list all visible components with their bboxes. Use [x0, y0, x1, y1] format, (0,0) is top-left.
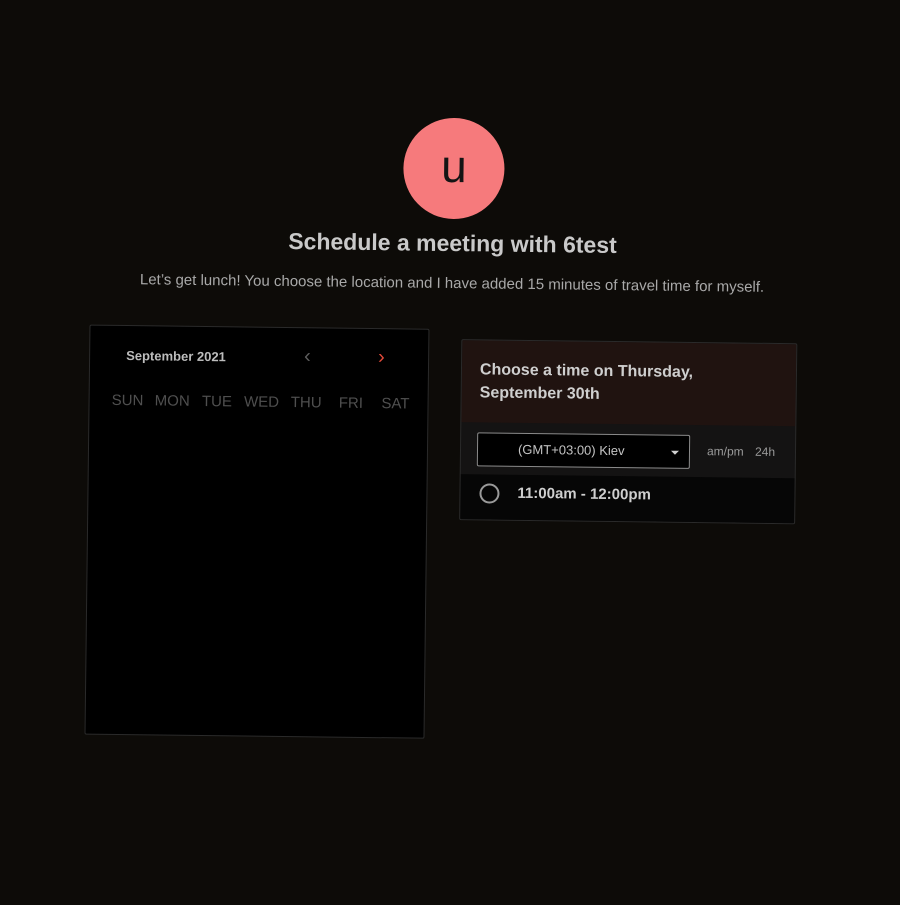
time-format-toggle: am/pm 24h	[707, 444, 783, 459]
weekday-fri: FRI	[338, 394, 364, 412]
time-slot[interactable]: 11:00am - 12:00pm	[460, 474, 795, 525]
weekday-sun: SUN	[111, 391, 144, 410]
timezone-value: (GMT+03:00) Kiev	[517, 441, 625, 459]
format-24h-option[interactable]: 24h	[755, 445, 775, 459]
format-ampm-option[interactable]: am/pm	[707, 444, 744, 458]
weekday-header: SUN MON TUE WED THU FRI SAT	[105, 392, 417, 413]
time-panel-header: Choose a time on Thursday, September 30t…	[461, 340, 797, 427]
weekday-mon: MON	[154, 392, 190, 410]
radio-icon[interactable]	[479, 483, 500, 504]
calendar-month-label: September 2021	[126, 348, 226, 365]
host-avatar: u	[402, 117, 506, 220]
page-title: Schedule a meeting with 6test	[288, 228, 617, 259]
time-panel-heading: Choose a time on Thursday, September 30t…	[479, 361, 694, 403]
caret-down-icon	[670, 450, 680, 455]
time-selection-panel: Choose a time on Thursday, September 30t…	[459, 339, 798, 525]
timezone-select[interactable]: (GMT+03:00) Kiev	[476, 432, 691, 469]
calendar: September 2021 ‹ › SUN MON TUE WED THU F…	[84, 324, 430, 739]
weekday-tue: TUE	[201, 392, 232, 411]
meeting-description: Let’s get lunch! You choose the location…	[139, 271, 765, 296]
weekday-wed: WED	[243, 393, 280, 411]
avatar-initial: u	[440, 139, 468, 192]
page: u Schedule a meeting with 6test Let’s ge…	[0, 0, 900, 905]
time-slot-label: 11:00am - 12:00pm	[517, 484, 651, 504]
chevron-right-icon[interactable]: ›	[378, 346, 385, 368]
weekday-thu: THU	[290, 394, 322, 412]
chevron-left-icon[interactable]: ‹	[304, 345, 311, 367]
weekday-sat: SAT	[381, 395, 410, 413]
